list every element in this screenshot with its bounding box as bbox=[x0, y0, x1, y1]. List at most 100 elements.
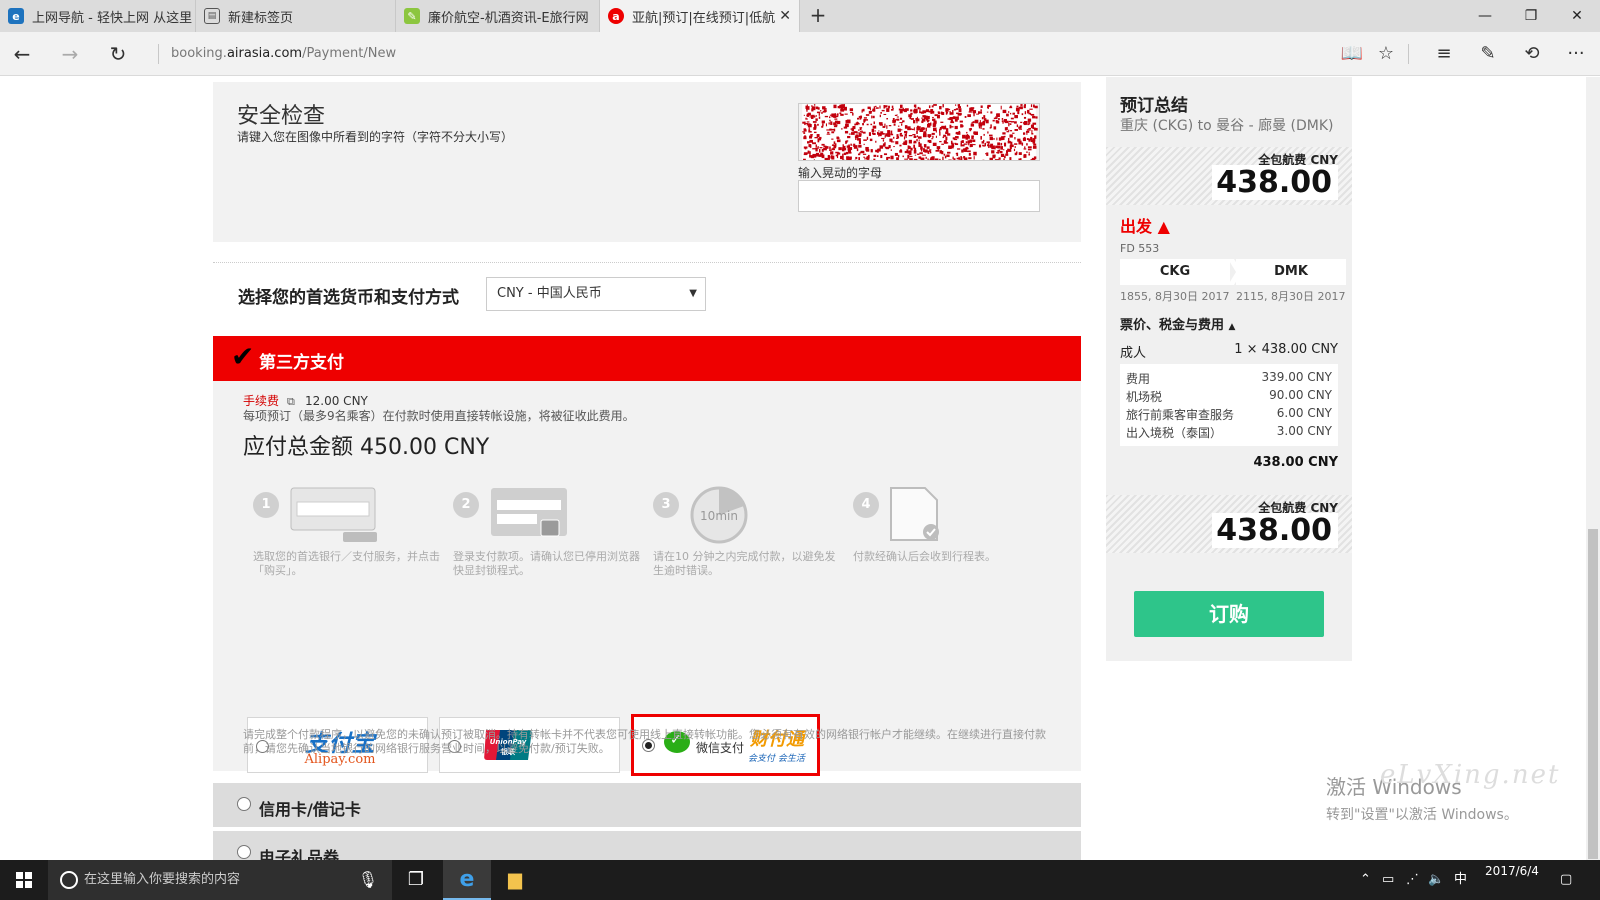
captcha-noise-dot bbox=[886, 108, 890, 112]
captcha-noise-dot bbox=[827, 154, 830, 158]
captcha-noise-dot bbox=[879, 133, 882, 137]
captcha-noise-dot bbox=[806, 106, 810, 110]
captcha-label: 输入晃动的字母 bbox=[798, 166, 883, 180]
captcha-noise-dot bbox=[873, 158, 876, 160]
captcha-noise-dot bbox=[884, 142, 886, 146]
captcha-noise-dot bbox=[899, 132, 903, 135]
captcha-noise-dot bbox=[819, 110, 822, 112]
captcha-noise-dot bbox=[874, 130, 877, 132]
address-input[interactable]: booking.airasia.com/Payment/New bbox=[158, 44, 396, 64]
captcha-noise-dot bbox=[933, 104, 937, 106]
captcha-noise-dot bbox=[803, 158, 806, 160]
share-icon[interactable]: ⟲ bbox=[1516, 38, 1548, 70]
taskbar-search-input[interactable]: 在这里输入你要搜索的内容 🎙 bbox=[48, 860, 392, 900]
captcha-noise-dot bbox=[982, 122, 986, 126]
captcha-noise-dot bbox=[1009, 157, 1012, 160]
windows-start-icon[interactable] bbox=[0, 860, 48, 900]
currency-select[interactable]: CNY - 中国人民币 ▼ bbox=[486, 277, 706, 311]
captcha-noise-dot bbox=[927, 139, 932, 143]
microphone-icon[interactable]: 🎙 bbox=[358, 860, 378, 900]
captcha-noise-dot bbox=[810, 134, 813, 138]
tab-new-tab-page[interactable]: ▤ 新建标签页 bbox=[196, 0, 396, 32]
task-view-icon[interactable]: ❐ bbox=[392, 860, 440, 900]
action-center-icon[interactable]: ▢ bbox=[1560, 860, 1572, 900]
reading-view-icon[interactable]: 📖 bbox=[1336, 38, 1368, 70]
ime-indicator[interactable]: 中 bbox=[1454, 860, 1467, 900]
captcha-noise-dot bbox=[842, 153, 844, 158]
new-tab-button[interactable]: + bbox=[806, 4, 830, 28]
edge-icon[interactable]: e bbox=[443, 860, 491, 900]
tab-airasia[interactable]: a 亚航|预订|在线预订|低航 ✕ bbox=[600, 0, 800, 32]
captcha-noise-dot bbox=[967, 114, 971, 118]
captcha-noise-dot bbox=[807, 141, 810, 144]
captcha-noise-dot bbox=[973, 151, 977, 156]
refresh-icon[interactable]: ↻ bbox=[102, 38, 134, 70]
credit-card-option[interactable]: 信用卡/借记卡 bbox=[213, 783, 1081, 827]
more-icon[interactable]: ··· bbox=[1560, 38, 1592, 70]
captcha-noise-dot bbox=[849, 108, 854, 112]
gift-voucher-option[interactable]: 电子礼品券 bbox=[213, 831, 1081, 860]
forward-icon[interactable]: → bbox=[54, 38, 86, 70]
page-scrollbar[interactable] bbox=[1586, 77, 1600, 860]
captcha-noise-dot bbox=[804, 135, 807, 139]
scrollbar-thumb[interactable] bbox=[1588, 529, 1598, 859]
close-tab-icon[interactable]: ✕ bbox=[779, 8, 791, 24]
page-content: 安全检查 请键入您在图像中所看到的字符（字符不分大小写） 输入晃动的字母 选择您… bbox=[0, 77, 1600, 860]
restore-icon[interactable]: ❐ bbox=[1508, 0, 1554, 32]
depart-toggle[interactable]: 出发 ▲ bbox=[1120, 213, 1170, 237]
captcha-noise-dot bbox=[859, 131, 863, 133]
captcha-noise-dot bbox=[1001, 120, 1003, 122]
captcha-noise-dot bbox=[934, 121, 937, 126]
captcha-noise-dot bbox=[890, 130, 893, 134]
third-party-payment-header[interactable]: ✔ 第三方支付 bbox=[213, 336, 1081, 381]
credit-card-radio[interactable] bbox=[237, 797, 251, 811]
network-icon[interactable]: ▭ bbox=[1382, 860, 1394, 900]
minimize-icon[interactable]: — bbox=[1462, 0, 1508, 32]
fee-label[interactable]: 手续费 bbox=[243, 394, 279, 408]
captcha-noise-dot bbox=[994, 159, 996, 160]
tab-title: 亚航|预订|在线预订|低航 bbox=[632, 10, 776, 26]
tab-home-nav[interactable]: e 上网导航 - 轻快上网 从这里 bbox=[0, 0, 196, 32]
buy-button[interactable]: 订购 bbox=[1134, 591, 1324, 637]
captcha-noise-dot bbox=[893, 146, 895, 148]
captcha-noise-dot bbox=[910, 118, 914, 120]
volume-icon[interactable]: 🔈 bbox=[1428, 860, 1444, 900]
captcha-noise-dot bbox=[890, 149, 892, 151]
back-icon[interactable]: ← bbox=[6, 38, 38, 70]
captcha-noise-dot bbox=[958, 156, 960, 160]
hub-icon[interactable]: ≡ bbox=[1428, 38, 1460, 70]
captcha-noise-dot bbox=[883, 153, 888, 156]
fees-toggle[interactable]: 票价、税金与费用 ▲ bbox=[1120, 314, 1235, 333]
show-hidden-icons[interactable]: ⌃ bbox=[1360, 860, 1371, 900]
security-description: 请键入您在图像中所看到的字符（字符不分大小写） bbox=[237, 130, 514, 144]
web-note-icon[interactable]: ✎ bbox=[1472, 38, 1504, 70]
captcha-noise-dot bbox=[917, 136, 922, 139]
captcha-noise-dot bbox=[853, 131, 858, 134]
captcha-noise-dot bbox=[947, 151, 951, 154]
close-window-icon[interactable]: ✕ bbox=[1554, 0, 1600, 32]
captcha-noise-dot bbox=[965, 134, 970, 139]
fee-value: 12.00 CNY bbox=[305, 394, 368, 408]
tab-elvxing[interactable]: ✎ 廉价航空-机酒资讯-E旅行网 bbox=[396, 0, 600, 32]
file-explorer-icon[interactable]: ▆ bbox=[491, 860, 539, 900]
captcha-noise-dot bbox=[982, 144, 984, 146]
captcha-noise-dot bbox=[1003, 142, 1007, 147]
captcha-noise-dot bbox=[940, 111, 943, 115]
captcha-noise-dot bbox=[1025, 130, 1030, 133]
captcha-noise-dot bbox=[862, 123, 864, 126]
captcha-noise-dot bbox=[952, 137, 956, 140]
captcha-noise-dot bbox=[1009, 144, 1014, 148]
favorite-star-icon[interactable]: ☆ bbox=[1370, 38, 1402, 70]
captcha-noise-dot bbox=[1017, 111, 1020, 115]
captcha-noise-dot bbox=[1027, 118, 1032, 122]
captcha-noise-dot bbox=[986, 152, 989, 156]
captcha-noise-dot bbox=[1032, 145, 1037, 149]
captcha-noise-dot bbox=[857, 117, 860, 120]
taskbar-clock[interactable]: 2017/6/4 bbox=[1476, 863, 1548, 880]
captcha-noise-dot bbox=[886, 118, 889, 120]
captcha-noise-dot bbox=[858, 157, 861, 160]
wifi-icon[interactable]: ⋰ bbox=[1406, 860, 1419, 900]
captcha-input[interactable] bbox=[798, 180, 1040, 212]
captcha-noise-dot bbox=[953, 109, 957, 111]
gift-voucher-radio[interactable] bbox=[237, 845, 251, 859]
